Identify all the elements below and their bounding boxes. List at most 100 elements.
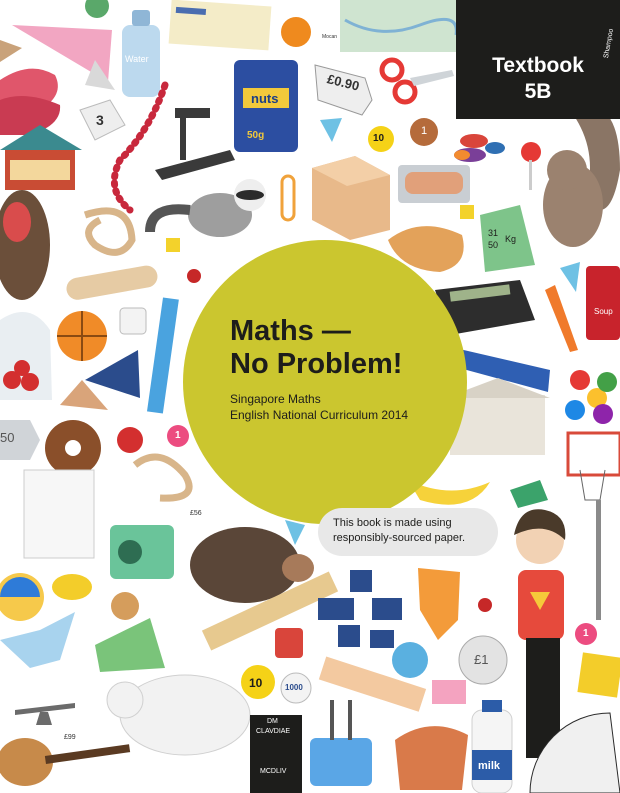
- paperclip: [280, 174, 296, 222]
- coin-ten-top-label: 10: [373, 133, 385, 144]
- orange: [281, 17, 311, 47]
- blue-triangle-mid: [285, 520, 305, 545]
- linking-cubes: [147, 297, 179, 414]
- suitcase-handle-2: [348, 700, 352, 740]
- porcupine-face: [282, 554, 314, 582]
- baboon-face: [3, 202, 31, 242]
- cover-title-line1: Maths —: [230, 315, 351, 347]
- book-title-line2: CLAVDIAE: [256, 728, 291, 735]
- nuts-label: nuts: [251, 91, 279, 106]
- ball-purple: [593, 404, 613, 424]
- donut-hole: [65, 440, 81, 456]
- coin-fifty-label: 50: [0, 430, 15, 445]
- die-number-label: 3: [96, 112, 104, 128]
- treadmill: [155, 150, 235, 180]
- speech-bubble-line1: This book is made using: [333, 517, 452, 529]
- map-label: Mocan: [322, 34, 338, 40]
- pagoda-windows: [10, 160, 70, 180]
- pink-badge-right-label: 1: [583, 628, 589, 639]
- blue-triangle-right: [560, 262, 580, 292]
- tetromino-d: [338, 625, 360, 647]
- cover-subtitle-line2: English National Curriculum 2014: [230, 408, 409, 422]
- carrot: [545, 285, 578, 352]
- ball-blue: [565, 400, 585, 420]
- lined-paper: [23, 469, 95, 559]
- tan-wedge: [0, 40, 22, 62]
- fraction-numerator: 31: [488, 228, 499, 238]
- rope-coil: [83, 207, 136, 256]
- seesaw-base: [36, 712, 52, 725]
- lollipop-stick: [529, 160, 532, 190]
- raccoon-tail: [145, 204, 191, 233]
- liquorice: [432, 680, 466, 704]
- coin-thousand-label: 1000: [285, 683, 303, 692]
- fraction-unit: Kg: [505, 234, 517, 244]
- blue-ball: [392, 642, 428, 678]
- origami-orange: [418, 568, 460, 640]
- scissors-ring-1: [379, 57, 405, 83]
- paper-crane: [0, 612, 75, 668]
- ball-green: [597, 372, 617, 392]
- hoop-pole: [596, 500, 601, 620]
- title-circle: [183, 240, 467, 524]
- nuts-weight-label: 50g: [247, 130, 265, 141]
- fraction-denominator: 50: [488, 240, 499, 250]
- counter-orange: [454, 150, 470, 160]
- pink-badge-left-label: 1: [175, 430, 181, 441]
- counter-red: [460, 134, 488, 148]
- textbook-badge: Textbook 5B: [456, 0, 620, 119]
- radio-price-tag: £56: [190, 510, 202, 517]
- yellow-cube-2: [166, 238, 180, 252]
- badge-level: 5B: [524, 80, 552, 103]
- tetromino-a: [350, 570, 372, 592]
- candy: [510, 480, 548, 508]
- squirrel-head: [547, 150, 587, 190]
- counter-blue: [485, 142, 505, 154]
- guitar-body: [0, 738, 53, 786]
- water-bottle-cap: [132, 10, 150, 26]
- water-label: Water: [125, 54, 149, 64]
- radio-speaker: [118, 540, 142, 564]
- suitcase-handle: [330, 700, 334, 740]
- soup-can: [586, 266, 620, 340]
- scissors-blade: [410, 70, 454, 86]
- soup-label: Soup: [594, 307, 613, 316]
- black-book: [250, 715, 302, 793]
- guitar-neck: [44, 744, 131, 764]
- tetromino-e: [370, 630, 394, 648]
- cookie: [111, 592, 139, 620]
- yellow-wallet: [577, 652, 620, 698]
- tomato-3: [14, 360, 30, 376]
- suitcase: [310, 738, 372, 786]
- green-envelope: [95, 618, 165, 672]
- penny-label: 1: [421, 125, 428, 137]
- blue-triangle: [320, 118, 342, 142]
- raccoon-mask: [236, 190, 264, 200]
- lollipop: [521, 142, 541, 162]
- red-shoe-2: [0, 96, 61, 135]
- guitar-price-tag: £99: [64, 734, 76, 741]
- milk-label: milk: [478, 760, 501, 772]
- ball-red: [570, 370, 590, 390]
- tetromino-c: [372, 598, 402, 620]
- bead-necklace: [110, 81, 169, 214]
- treadmill-top: [175, 108, 210, 118]
- polar-bear-head: [106, 681, 144, 719]
- cherry: [187, 269, 201, 283]
- wooden-roller: [66, 265, 158, 300]
- white-die: [119, 307, 147, 335]
- pound-coin-label: £1: [474, 652, 489, 667]
- yellow-cube: [460, 205, 474, 219]
- cover-subtitle-line1: Singapore Maths: [230, 392, 321, 406]
- sausages: [405, 172, 463, 194]
- cherry-2: [478, 598, 492, 612]
- pie: [395, 726, 468, 790]
- apple: [117, 427, 143, 453]
- book-title-line1: DM: [267, 718, 278, 725]
- book-spine-label: MCDLIV: [260, 768, 287, 775]
- textbook-cover: Maths — No Problem! Singapore Maths Engl…: [0, 0, 620, 793]
- badge-label: Textbook: [492, 54, 584, 77]
- coin-ten-bottom-label: 10: [249, 676, 263, 690]
- scissors-ring-2: [392, 79, 418, 105]
- cover-title-line2: No Problem!: [230, 348, 403, 380]
